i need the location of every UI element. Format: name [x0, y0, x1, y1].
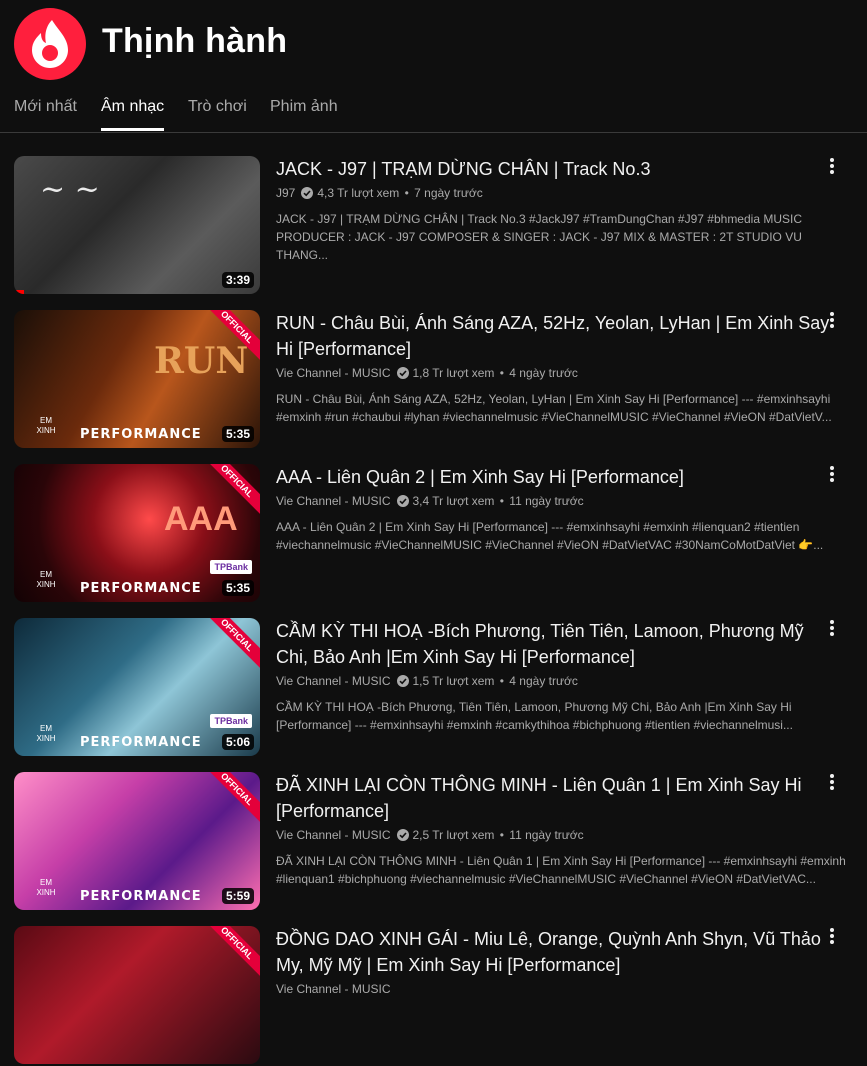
verified-icon: [396, 367, 409, 379]
video-title[interactable]: JACK - J97 | TRẠM DỪNG CHÂN | Track No.3: [276, 156, 836, 182]
video-description: ĐÃ XINH LẠI CÒN THÔNG MINH - Liên Quân 1…: [276, 854, 846, 886]
upload-age: 4 ngày trước: [509, 366, 578, 380]
show-logo-icon: EM XINH: [36, 570, 56, 589]
video-thumbnail[interactable]: OFFICIAL: [14, 926, 260, 1064]
more-options-icon[interactable]: [822, 310, 842, 330]
video-meta: Vie Channel - MUSIC 3,4 Tr lượt xem • 11 …: [276, 494, 584, 508]
verified-icon: [396, 829, 409, 841]
view-count: 3,4 Tr lượt xem: [412, 494, 495, 508]
video-item: RUN OFFICIAL EM XINH PERFORMANCE 5:35 RUN…: [14, 310, 867, 450]
page-header: Thịnh hành Mới nhất Âm nhạc Trò chơi Phi…: [0, 0, 867, 133]
video-description: RUN - Châu Bùi, Ánh Sáng AZA, 52Hz, Yeol…: [276, 392, 832, 424]
verified-icon: [396, 495, 409, 507]
channel-name[interactable]: Vie Channel - MUSIC: [276, 982, 391, 996]
video-item: OFFICIAL TPBank EM XINH PERFORMANCE 5:06 …: [14, 618, 867, 758]
more-options-icon[interactable]: [822, 772, 842, 792]
performance-overlay: PERFORMANCE: [80, 581, 202, 596]
video-description: CẦM KỲ THI HOẠ -Bích Phương, Tiên Tiên, …: [276, 700, 793, 732]
video-description: JACK - J97 | TRẠM DỪNG CHÂN | Track No.3…: [276, 212, 802, 262]
trending-logo-icon: [14, 8, 86, 80]
video-meta: Vie Channel - MUSIC 1,8 Tr lượt xem • 4 n…: [276, 366, 578, 380]
channel-name[interactable]: Vie Channel - MUSIC: [276, 828, 391, 842]
video-title[interactable]: RUN - Châu Bùi, Ánh Sáng AZA, 52Hz, Yeol…: [276, 310, 836, 362]
show-logo-icon: EM XINH: [36, 878, 56, 897]
video-item: AAA OFFICIAL TPBank EM XINH PERFORMANCE 5…: [14, 464, 867, 604]
video-item: OFFICIAL EM XINH PERFORMANCE 5:59 ĐÃ XINH…: [14, 772, 867, 912]
video-duration: 5:06: [221, 734, 254, 750]
show-logo-icon: EM XINH: [36, 724, 56, 743]
tab-am-nhac[interactable]: Âm nhạc: [101, 96, 165, 131]
channel-name[interactable]: J97: [276, 186, 295, 200]
performance-overlay: PERFORMANCE: [80, 735, 202, 750]
upload-age: 11 ngày trước: [509, 494, 584, 508]
upload-age: 7 ngày trước: [414, 186, 483, 200]
category-tabs: Mới nhất Âm nhạc Trò chơi Phim ảnh: [0, 96, 867, 133]
video-thumbnail[interactable]: ~ ~ 3:39: [14, 156, 260, 294]
video-duration: 3:39: [221, 272, 254, 288]
verified-icon: [396, 675, 409, 687]
upload-age: 11 ngày trước: [509, 828, 584, 842]
channel-name[interactable]: Vie Channel - MUSIC: [276, 366, 391, 380]
more-options-icon[interactable]: [822, 156, 842, 176]
video-info: CẦM KỲ THI HOẠ -Bích Phương, Tiên Tiên, …: [276, 618, 836, 734]
thumbnail-script-art: ~ ~: [40, 172, 100, 207]
performance-overlay: PERFORMANCE: [80, 889, 202, 904]
video-info: JACK - J97 | TRẠM DỪNG CHÂN | Track No.3…: [276, 156, 836, 264]
performance-overlay: PERFORMANCE: [80, 427, 202, 442]
more-options-icon[interactable]: [822, 464, 842, 484]
more-options-icon[interactable]: [822, 926, 842, 946]
video-duration: 5:35: [221, 426, 254, 442]
video-meta: Vie Channel - MUSIC 1,5 Tr lượt xem • 4 n…: [276, 674, 578, 688]
tab-phim-anh[interactable]: Phim ảnh: [270, 96, 338, 130]
video-item: ~ ~ 3:39 JACK - J97 | TRẠM DỪNG CHÂN | T…: [14, 156, 867, 296]
video-thumbnail[interactable]: AAA OFFICIAL TPBank EM XINH PERFORMANCE 5…: [14, 464, 260, 602]
sponsor-logo: TPBank: [210, 560, 252, 574]
show-logo-icon: EM XINH: [36, 416, 56, 435]
tab-moi-nhat[interactable]: Mới nhất: [14, 96, 77, 130]
watch-progress-bar: [14, 290, 24, 294]
video-meta: Vie Channel - MUSIC 2,5 Tr lượt xem • 11 …: [276, 828, 584, 842]
tab-tro-choi[interactable]: Trò chơi: [188, 96, 247, 130]
verified-icon: [301, 187, 314, 199]
video-title[interactable]: AAA - Liên Quân 2 | Em Xinh Say Hi [Perf…: [276, 464, 836, 490]
video-description: AAA - Liên Quân 2 | Em Xinh Say Hi [Perf…: [276, 520, 824, 552]
video-info: AAA - Liên Quân 2 | Em Xinh Say Hi [Perf…: [276, 464, 836, 554]
channel-name[interactable]: Vie Channel - MUSIC: [276, 494, 391, 508]
view-count: 2,5 Tr lượt xem: [412, 828, 495, 842]
video-title[interactable]: CẦM KỲ THI HOẠ -Bích Phương, Tiên Tiên, …: [276, 618, 836, 670]
video-title[interactable]: ĐÃ XINH LẠI CÒN THÔNG MINH - Liên Quân 1…: [276, 772, 836, 824]
video-info: RUN - Châu Bùi, Ánh Sáng AZA, 52Hz, Yeol…: [276, 310, 836, 426]
video-thumbnail[interactable]: OFFICIAL EM XINH PERFORMANCE 5:59: [14, 772, 260, 910]
video-thumbnail[interactable]: OFFICIAL TPBank EM XINH PERFORMANCE 5:06: [14, 618, 260, 756]
view-count: 1,5 Tr lượt xem: [412, 674, 495, 688]
video-meta: J97 4,3 Tr lượt xem • 7 ngày trước: [276, 186, 483, 200]
video-duration: 5:59: [221, 888, 254, 904]
upload-age: 4 ngày trước: [509, 674, 578, 688]
channel-name[interactable]: Vie Channel - MUSIC: [276, 674, 391, 688]
page-title: Thịnh hành: [102, 22, 288, 60]
video-info: ĐỒNG DAO XINH GÁI - Miu Lê, Orange, Quỳn…: [276, 926, 836, 998]
video-title[interactable]: ĐỒNG DAO XINH GÁI - Miu Lê, Orange, Quỳn…: [276, 926, 836, 978]
view-count: 4,3 Tr lượt xem: [317, 186, 400, 200]
thumbnail-title-art: RUN: [154, 340, 249, 382]
video-thumbnail[interactable]: RUN OFFICIAL EM XINH PERFORMANCE 5:35: [14, 310, 260, 448]
video-duration: 5:35: [221, 580, 254, 596]
video-info: ĐÃ XINH LẠI CÒN THÔNG MINH - Liên Quân 1…: [276, 772, 846, 888]
sponsor-logo: TPBank: [210, 714, 252, 728]
video-item: OFFICIAL ĐỒNG DAO XINH GÁI - Miu Lê, Ora…: [14, 926, 867, 1066]
view-count: 1,8 Tr lượt xem: [412, 366, 495, 380]
more-options-icon[interactable]: [822, 618, 842, 638]
thumbnail-title-art: AAA: [164, 500, 238, 538]
